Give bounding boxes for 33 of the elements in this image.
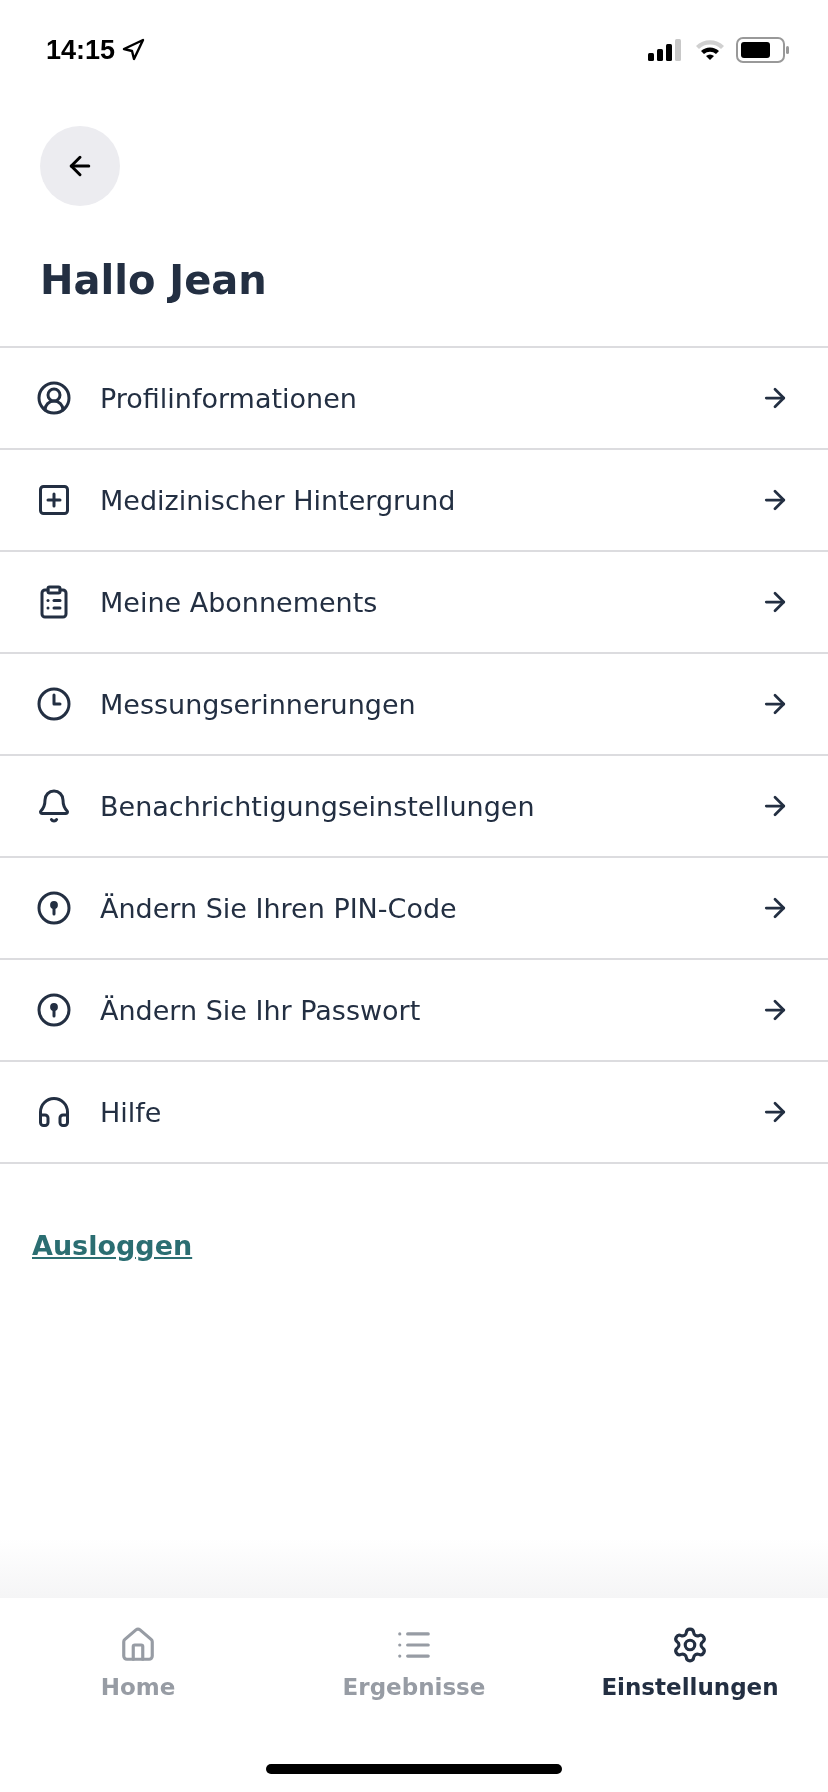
clock-icon <box>36 686 72 722</box>
medical-cross-icon <box>36 482 72 518</box>
user-icon <box>36 380 72 416</box>
settings-icon <box>671 1626 709 1664</box>
menu-item-label: Medizinischer Hintergrund <box>100 484 457 516</box>
menu-item[interactable]: Ändern Sie Ihren PIN-Code <box>0 858 828 960</box>
menu-item-label: Profilinformationen <box>100 382 358 414</box>
menu-item[interactable]: Meine Abonnements <box>0 552 828 654</box>
menu-item-label: Ändern Sie Ihr Passwort <box>100 994 422 1026</box>
logout-link[interactable]: Ausloggen <box>32 1230 193 1261</box>
menu-item[interactable]: Profilinformationen <box>0 348 828 450</box>
headphones-icon <box>36 1094 72 1130</box>
battery-icon <box>736 37 790 63</box>
signal-icon <box>648 38 684 62</box>
menu-item[interactable]: Ändern Sie Ihr Passwort <box>0 960 828 1062</box>
greeting-title: Hallo Jean <box>40 256 268 304</box>
house-icon <box>119 1626 157 1664</box>
menu-item-label: Meine Abonnements <box>100 586 379 618</box>
menu-item[interactable]: Benachrichtigungseinstellungen <box>0 756 828 858</box>
menu-item-label: Ändern Sie Ihren PIN-Code <box>100 892 458 924</box>
keyhole-icon <box>36 992 72 1028</box>
tab-bar-item[interactable]: Einstellungen <box>552 1598 828 1792</box>
menu-item-label: Messungserinnerungen <box>100 688 417 720</box>
bell-icon <box>36 788 72 824</box>
menu-item-label: Benachrichtigungseinstellungen <box>100 790 536 822</box>
menu-item-label: Hilfe <box>100 1096 163 1128</box>
status-time: 14:15 <box>46 34 116 66</box>
wifi-icon <box>694 38 726 62</box>
menu-item[interactable]: Hilfe <box>0 1062 828 1164</box>
location-arrow-icon <box>121 38 146 62</box>
menu-item[interactable]: Medizinischer Hintergrund <box>0 450 828 552</box>
menu-item[interactable]: Messungserinnerungen <box>0 654 828 756</box>
keyhole-icon <box>36 890 72 926</box>
